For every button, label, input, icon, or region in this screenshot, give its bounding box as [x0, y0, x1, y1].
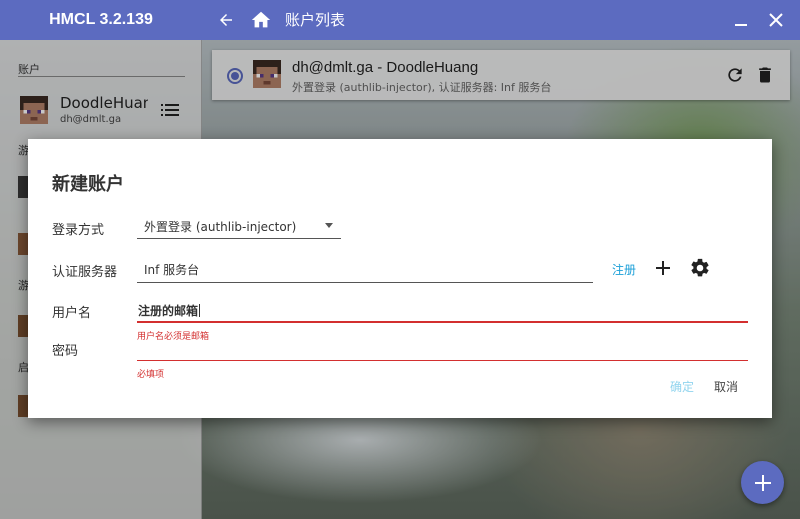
plus-icon — [754, 474, 771, 491]
text-caret — [199, 304, 201, 317]
add-account-fab[interactable] — [741, 461, 784, 504]
dialog-title: 新建账户 — [52, 174, 124, 195]
page-title: 账户列表 — [285, 11, 346, 29]
minimize-button[interactable] — [729, 8, 753, 32]
username-label: 用户名 — [52, 306, 92, 321]
manage-servers-button[interactable] — [689, 257, 711, 279]
dropdown-caret-icon — [325, 223, 333, 228]
close-icon — [769, 13, 783, 27]
app-title: HMCL 3.2.139 — [49, 11, 153, 28]
auth-server-value: Inf 服务台 — [144, 263, 200, 277]
password-input[interactable] — [137, 337, 748, 361]
title-bar: HMCL 3.2.139 账户列表 — [0, 0, 800, 40]
password-label: 密码 — [52, 344, 79, 359]
username-input[interactable]: 注册的邮箱 — [137, 299, 748, 323]
gear-icon — [691, 258, 709, 277]
arrow-left-icon — [220, 14, 232, 26]
home-button[interactable] — [249, 8, 273, 32]
confirm-button[interactable]: 确定 — [670, 378, 694, 395]
register-link[interactable]: 注册 — [612, 261, 636, 278]
add-server-button[interactable] — [652, 257, 674, 279]
new-account-dialog: 新建账户 登录方式 外置登录 (authlib-injector) 认证服务器 … — [28, 139, 772, 418]
login-method-label: 登录方式 — [52, 223, 105, 238]
auth-server-select[interactable]: Inf 服务台 — [137, 254, 593, 283]
home-icon — [251, 11, 271, 28]
login-method-value: 外置登录 (authlib-injector) — [144, 220, 297, 234]
username-value: 注册的邮箱 — [138, 304, 199, 318]
plus-icon — [656, 261, 670, 275]
cancel-button[interactable]: 取消 — [714, 378, 738, 395]
login-method-select[interactable]: 外置登录 (authlib-injector) — [137, 211, 341, 239]
auth-server-label: 认证服务器 — [52, 265, 118, 280]
minimize-icon — [735, 24, 747, 26]
password-error: 必填项 — [137, 370, 165, 380]
back-button[interactable] — [214, 8, 238, 32]
close-button[interactable] — [764, 8, 788, 32]
